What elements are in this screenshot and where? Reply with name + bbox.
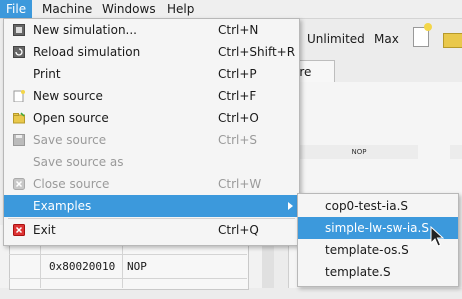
menu-file[interactable]: File <box>0 0 33 18</box>
mouse-cursor-icon <box>430 226 444 247</box>
menu-item-new-simulation[interactable]: New simulation... Ctrl+N <box>4 19 299 41</box>
instruction-cell: NOP <box>127 260 147 273</box>
menu-item-print[interactable]: Print Ctrl+P <box>4 63 299 85</box>
unlimited-option[interactable]: Unlimited <box>307 32 365 46</box>
save-icon <box>13 134 25 146</box>
exit-icon <box>13 224 25 236</box>
submenu-item-cop0-test[interactable]: cop0-test-ia.S <box>298 195 458 217</box>
reload-icon <box>13 46 25 58</box>
table-row <box>9 278 247 299</box>
menu-item-reload-simulation[interactable]: Reload simulation Ctrl+Shift+R <box>4 41 299 63</box>
menu-windows[interactable]: Windows <box>96 0 162 18</box>
close-icon <box>13 178 25 190</box>
max-option[interactable]: Max <box>374 32 399 46</box>
new-source-icon <box>13 90 25 102</box>
file-menu-dropdown: New simulation... Ctrl+N Reload simulati… <box>3 18 300 246</box>
address-cell: 0x80020010 <box>49 260 116 273</box>
menu-bar: File Machine Windows Help <box>0 0 462 19</box>
submenu-item-template[interactable]: template.S <box>298 261 458 283</box>
menu-help[interactable]: Help <box>161 0 200 18</box>
menu-item-exit[interactable]: Exit Ctrl+Q <box>4 219 299 241</box>
menu-item-examples[interactable]: Examples <box>4 195 299 217</box>
menu-item-save-source-as[interactable]: Save source as <box>4 151 299 173</box>
new-simulation-icon <box>13 24 25 36</box>
open-folder-icon <box>13 112 25 124</box>
menu-item-new-source[interactable]: New source Ctrl+F <box>4 85 299 107</box>
pipeline-cell <box>450 145 462 159</box>
submenu-arrow-icon <box>288 202 293 210</box>
menu-machine[interactable]: Machine <box>36 0 98 18</box>
nop-cell: NOP <box>300 145 418 159</box>
menu-item-close-source[interactable]: Close source Ctrl+W <box>4 173 299 195</box>
menu-item-save-source[interactable]: Save source Ctrl+S <box>4 129 299 151</box>
open-folder-icon[interactable] <box>443 33 462 48</box>
menu-item-open-source[interactable]: Open source Ctrl+O <box>4 107 299 129</box>
new-source-icon[interactable] <box>413 23 432 47</box>
